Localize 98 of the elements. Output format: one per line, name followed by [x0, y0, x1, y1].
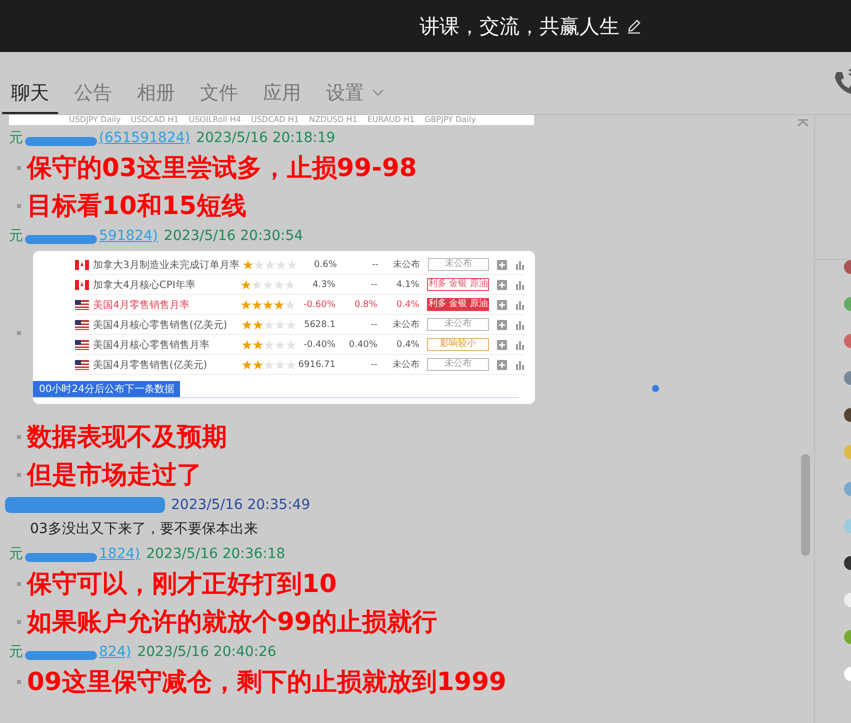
cursor-dot-icon [652, 385, 659, 392]
redaction-mark [25, 552, 97, 562]
message-time: 2023/5/16 20:30:54 [164, 228, 304, 244]
chart-tab[interactable]: USDCAD H1 [250, 115, 299, 125]
message-text: 保守可以，刚才正好打到10 [27, 568, 337, 600]
table-cell-text: 0.6% [313, 260, 337, 270]
table-cell-text: 4.1% [395, 280, 420, 290]
add-icon [496, 320, 507, 330]
sender-id-link[interactable]: 591824) [99, 228, 158, 244]
canada-flag-icon [75, 260, 89, 270]
message-time: 2023/5/16 20:35:49 [171, 497, 310, 513]
table-cell-text: -- [370, 260, 378, 270]
us-flag-icon [75, 360, 89, 370]
bullet-icon [17, 166, 21, 170]
add-icon [496, 300, 507, 310]
impact-tag: 未公布 [427, 318, 489, 331]
edit-icon[interactable] [626, 18, 642, 34]
chart-tab[interactable]: GBPJPY Daily [424, 115, 476, 125]
chart-tab[interactable]: EURAUD H1 [367, 115, 415, 125]
sender-id-link[interactable]: (651591824) [99, 130, 190, 146]
tab[interactable]: 相册 [128, 70, 184, 114]
table-cell-text: 未公布 [392, 258, 420, 271]
table-cell-text: -- [370, 280, 378, 290]
bullet-icon [17, 620, 21, 624]
tab[interactable]: 设置 [317, 70, 393, 114]
message-text: 如果账户允许的就放个99的止损就行 [27, 606, 437, 638]
canada-flag-icon [75, 280, 89, 290]
chart-tab[interactable]: USDJPY Daily [69, 115, 121, 125]
sender-name: 元 [9, 227, 23, 245]
add-icon [497, 260, 508, 270]
chart-tab[interactable]: USDCAD H1 [130, 115, 179, 125]
message-time: 2023/5/16 20:18:19 [196, 130, 336, 146]
indicator-name: 加拿大4月核心CPI年率 [93, 278, 196, 292]
redaction-mark [25, 136, 97, 146]
impact-tag: 利多 金银 原油 [427, 278, 489, 291]
message-time: 2023/5/16 20:40:26 [137, 644, 276, 660]
table-cell-text: 未公布 [391, 358, 420, 371]
table-cell-text: 4.3% [312, 280, 336, 290]
impact-tag: 未公布 [428, 258, 490, 271]
message-text: 数据表现不及预期 [27, 421, 227, 453]
table-cell-text: -0.60% [302, 300, 336, 310]
countdown-label: 00小时24分后公布下一条数据 [33, 381, 180, 397]
us-flag-icon [75, 340, 89, 350]
tab[interactable]: 文件 [191, 70, 247, 114]
table-cell-text: -- [370, 320, 378, 330]
sender-id-link[interactable]: 1824) [99, 546, 140, 562]
table-cell: 6916.71 [298, 360, 336, 370]
indicator-name: 美国4月零售销售月率 [93, 298, 190, 312]
group-title: 讲课，交流，共赢人生 [420, 12, 620, 40]
table-cell-text: -- [370, 360, 378, 370]
message-time: 2023/5/16 20:36:18 [146, 546, 286, 562]
tab[interactable]: 公告 [65, 70, 121, 114]
indicator-name: 加拿大3月制造业未完成订单月率 [93, 258, 240, 272]
add-icon [496, 360, 507, 370]
bullet-icon [17, 680, 21, 684]
table-cell-text: 0.8% [353, 300, 378, 310]
bar-chart-icon [514, 340, 525, 350]
us-flag-icon [75, 300, 89, 310]
us-flag-icon [75, 320, 89, 330]
bar-chart-icon [514, 300, 525, 310]
table-cell-text: 0.4% [395, 340, 420, 350]
tab[interactable]: 应用 [254, 70, 310, 114]
scrollbar[interactable] [801, 454, 810, 556]
redaction-mark [25, 650, 97, 660]
bullet-icon [17, 204, 21, 208]
message-text: 09这里保守减仓，剩下的止损就放到1999 [27, 666, 506, 698]
message-text: 目标看10和15短线 [27, 190, 247, 222]
bar-chart-icon [514, 360, 525, 370]
bullet-icon [17, 473, 21, 477]
indicator-name: 美国4月核心零售销售(亿美元) [93, 318, 228, 332]
table-cell-text: 0.40% [348, 340, 378, 350]
bar-chart-icon [515, 260, 526, 270]
sender-name: 元 [9, 545, 23, 563]
add-icon [496, 340, 507, 350]
message-text: 但是市场走过了 [27, 459, 202, 491]
impact-tag: 影响较小 [427, 338, 489, 351]
redaction-mark [25, 234, 97, 244]
sender-name: 元 [9, 129, 23, 147]
chart-tab[interactable]: USOILRoll H4 [188, 115, 241, 125]
indicator-name: 美国4月零售销售(亿美元) [93, 358, 208, 372]
table-cell-text: 未公布 [391, 318, 420, 331]
bar-chart-icon [514, 320, 525, 330]
impact-tag: 利多 金银 原油 [427, 298, 489, 311]
indicator-name: 美国4月核心零售销售月率 [93, 338, 210, 352]
sender-id-link[interactable]: 824) [99, 644, 132, 660]
sender-name: 元 [9, 643, 23, 661]
add-icon [496, 280, 507, 290]
impact-tag: 未公布 [427, 358, 489, 371]
message-text: 保守的03这里尝试多，止损99-98 [27, 152, 417, 184]
table-cell-text: 0.4% [395, 300, 420, 310]
bullet-icon [17, 435, 21, 439]
bullet-icon [17, 330, 21, 334]
bar-chart-icon [514, 280, 525, 290]
table-cell-text: -0.40% [302, 340, 336, 350]
bullet-icon [17, 582, 21, 586]
table-cell-text: 5628.1 [302, 320, 336, 330]
message-text: 03多没出又下来了，要不要保本出来 [30, 520, 258, 539]
chart-tab[interactable]: NZDUSD H1 [308, 115, 358, 125]
